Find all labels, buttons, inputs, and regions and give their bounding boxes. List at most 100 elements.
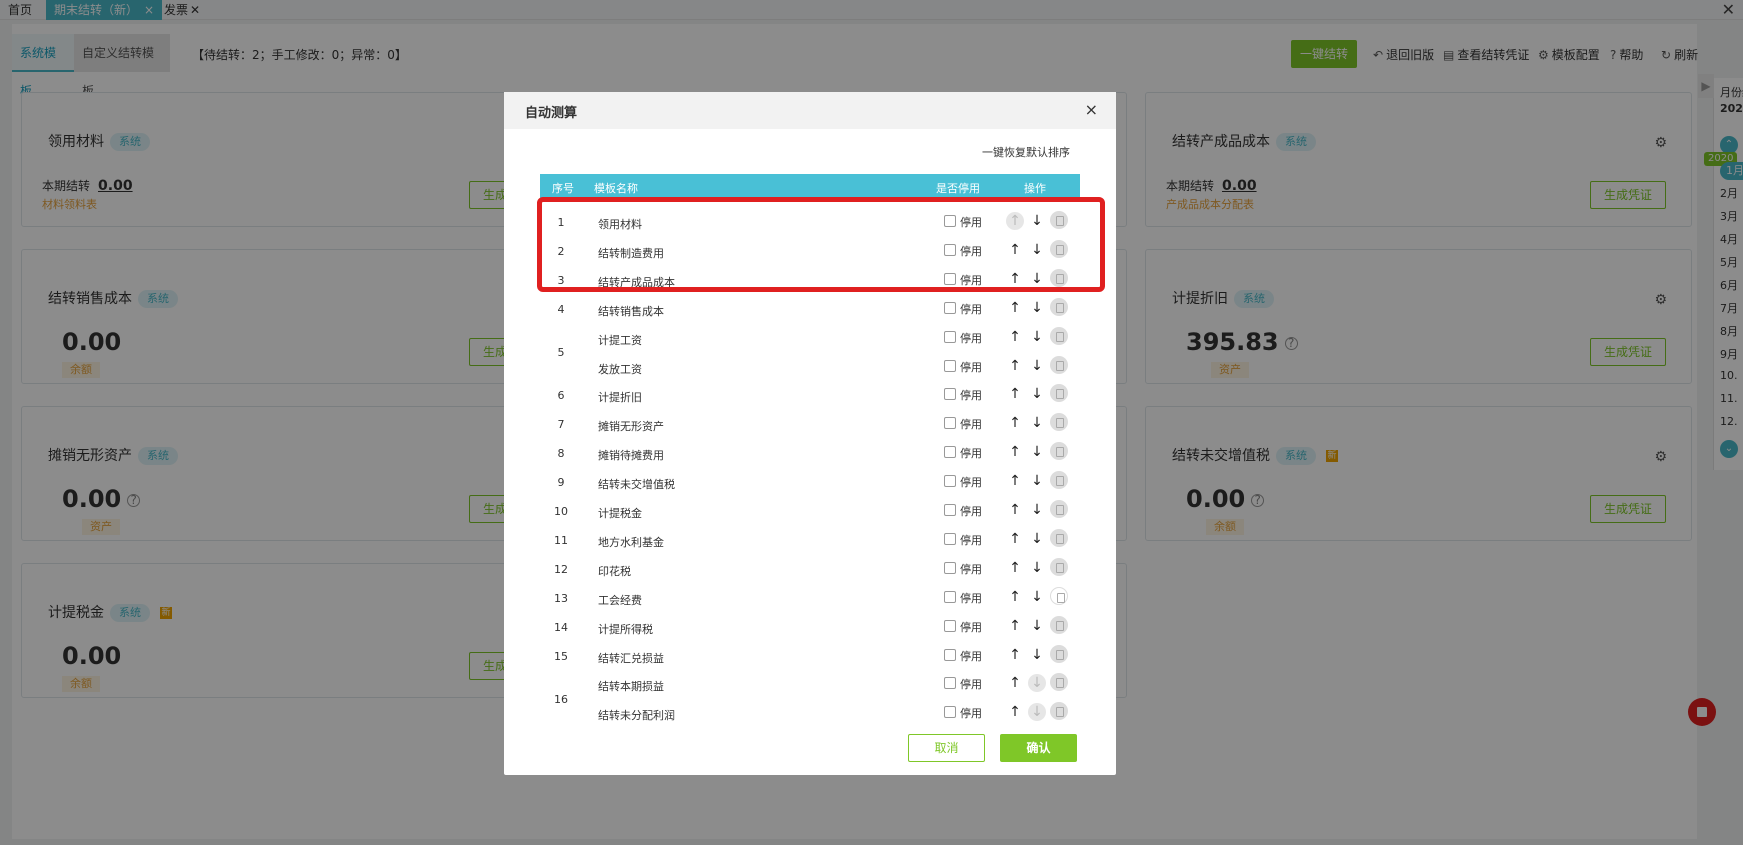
arrow-up-icon[interactable]: ↑ [1006,414,1024,432]
arrow-down-icon[interactable]: ↓ [1028,299,1046,317]
trash-icon[interactable] [1050,702,1068,721]
disable-checkbox[interactable] [944,301,956,314]
trash-icon[interactable] [1050,644,1068,663]
restore-default-order-link[interactable]: 一键恢复默认排序 [982,144,1070,160]
table-row: 发放工资 停用 ↑ ↓ [540,353,1080,382]
disable-checkbox[interactable] [944,417,956,430]
trash-icon[interactable] [1050,355,1068,374]
disable-label: 停用 [960,649,982,663]
disable-label: 停用 [960,505,982,518]
confirm-button[interactable]: 确认 [1000,734,1077,762]
trash-icon[interactable] [1050,442,1068,461]
arrow-down-icon[interactable]: ↓ [1028,703,1046,722]
trash-icon[interactable] [1050,673,1068,692]
template-name: 地方水利基金 [598,535,664,549]
trash-icon[interactable] [1050,297,1068,316]
arrow-down-icon[interactable]: ↓ [1028,617,1046,635]
table-row: 结转本期损益 停用 ↑ ↓ [540,670,1080,699]
arrow-up-icon[interactable]: ↑ [1006,472,1024,490]
trash-icon[interactable] [1050,500,1068,518]
trash-icon[interactable] [1050,615,1068,634]
table-row: 计提所得税 停用 ↑ ↓ 14 [540,613,1080,642]
arrow-up-icon[interactable]: ↑ [1006,385,1024,403]
column-header-name: 模板名称 [594,182,638,195]
table-row: 摊销待摊费用 停用 ↑ ↓ 8 [540,439,1080,468]
arrow-down-icon[interactable]: ↓ [1028,530,1046,548]
disable-checkbox[interactable] [944,359,956,372]
arrow-up-icon[interactable]: ↑ [1006,617,1024,635]
table-row: 结转未交增值税 停用 ↑ ↓ 9 [540,468,1080,497]
arrow-down-icon[interactable]: ↓ [1028,674,1046,693]
arrow-up-icon[interactable]: ↑ [1006,328,1024,346]
row-index: 12 [554,562,568,576]
arrow-up-icon[interactable]: ↑ [1006,559,1024,577]
arrow-up-icon[interactable]: ↑ [1006,443,1024,461]
disable-checkbox[interactable] [944,648,956,661]
template-name: 摊销待摊费用 [598,449,664,463]
template-name: 计提折旧 [598,391,642,405]
cancel-button[interactable]: 取消 [908,734,985,762]
arrow-up-icon[interactable]: ↑ [1006,299,1024,317]
disable-checkbox[interactable] [944,706,956,719]
row-index: 5 [557,346,565,360]
template-name: 发放工资 [598,362,642,376]
disable-label: 停用 [960,418,982,432]
arrow-up-icon[interactable]: ↑ [1006,674,1024,692]
disable-label: 停用 [960,533,982,547]
disable-label: 停用 [960,302,982,316]
arrow-down-icon[interactable]: ↓ [1028,472,1046,490]
column-header-index: 序号 [552,182,574,195]
row-index: 11 [554,533,568,547]
column-header-actions: 操作 [1024,182,1046,195]
trash-icon[interactable] [1050,528,1068,547]
disable-checkbox[interactable] [944,330,956,343]
trash-icon[interactable] [1050,413,1068,432]
arrow-up-icon[interactable]: ↑ [1006,501,1024,519]
table-row: 结转销售成本 停用 ↑ ↓ 4 [540,295,1080,324]
arrow-up-icon[interactable]: ↑ [1006,357,1024,375]
row-index: 6 [557,389,565,403]
arrow-up-icon[interactable]: ↑ [1006,588,1024,606]
template-name: 结转未分配利润 [598,709,675,723]
dialog-header: 自动测算 × [504,92,1116,129]
arrow-down-icon[interactable]: ↓ [1028,385,1046,403]
arrow-up-icon[interactable]: ↑ [1006,646,1024,664]
arrow-down-icon[interactable]: ↓ [1028,559,1046,577]
disable-label: 停用 [960,331,982,345]
table-row: 计提折旧 停用 ↑ ↓ 6 [540,381,1080,410]
trash-icon[interactable] [1050,586,1068,605]
arrow-down-icon[interactable]: ↓ [1028,328,1046,346]
arrow-up-icon[interactable]: ↑ [1006,530,1024,548]
template-name: 结转本期损益 [598,680,664,694]
row-index: 9 [557,476,565,490]
disable-checkbox[interactable] [944,561,956,574]
trash-icon[interactable] [1050,471,1068,490]
disable-label: 停用 [960,591,982,605]
arrow-down-icon[interactable]: ↓ [1028,443,1046,461]
trash-icon[interactable] [1050,326,1068,345]
arrow-down-icon[interactable]: ↓ [1028,588,1046,606]
template-name: 印花税 [598,564,631,578]
disable-checkbox[interactable] [944,446,956,459]
disable-checkbox[interactable] [944,590,956,603]
arrow-up-icon[interactable]: ↑ [1006,703,1024,721]
disable-checkbox[interactable] [944,388,956,401]
disable-checkbox[interactable] [944,504,956,516]
table-row: 计提税金 停用 ↑ ↓ 10 [540,497,1080,526]
disable-checkbox[interactable] [944,677,956,690]
trash-icon[interactable] [1050,384,1068,403]
arrow-down-icon[interactable]: ↓ [1028,646,1046,664]
row-index: 14 [554,620,568,634]
trash-icon[interactable] [1050,557,1068,576]
row-index: 15 [554,649,568,663]
arrow-down-icon[interactable]: ↓ [1028,414,1046,432]
arrow-down-icon[interactable]: ↓ [1028,357,1046,375]
disable-label: 停用 [960,678,982,692]
close-icon[interactable]: × [1085,100,1098,119]
disable-checkbox[interactable] [944,619,956,632]
arrow-down-icon[interactable]: ↓ [1028,501,1046,519]
disable-label: 停用 [960,476,982,490]
disable-label: 停用 [960,389,982,403]
disable-checkbox[interactable] [944,532,956,545]
disable-checkbox[interactable] [944,475,956,488]
